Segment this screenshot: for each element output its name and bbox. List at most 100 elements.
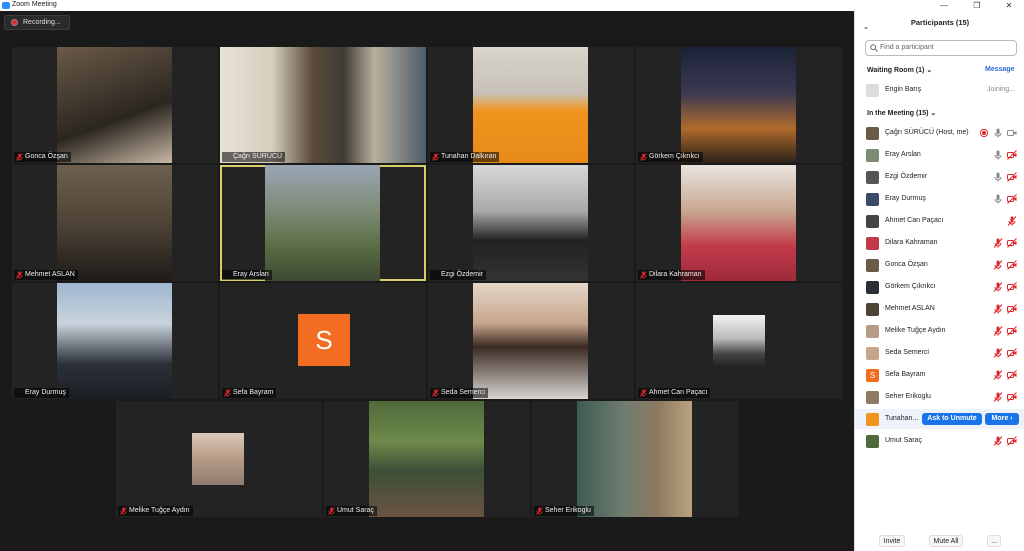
participant-name: Sefa Bayram: [885, 371, 926, 378]
participant-name: Çağrı SÜRÜCÜ (Host, me): [885, 129, 969, 136]
mic-muted-icon[interactable]: [993, 392, 1003, 402]
panel-header: ⌄ Participants (15): [855, 15, 1024, 31]
mic-muted-icon[interactable]: [993, 326, 1003, 336]
avatar-initial: S: [298, 314, 350, 366]
tile-name: Çağrı SÜRÜCÜ: [233, 153, 283, 160]
recording-label: Recording...: [23, 19, 61, 26]
minimize-button[interactable]: —: [929, 0, 959, 11]
participant-row[interactable]: Gonca Özşan: [855, 255, 1024, 275]
camera-off-icon[interactable]: [1007, 260, 1017, 270]
video-tile[interactable]: Seda Semerci: [428, 283, 634, 399]
in-meeting-header[interactable]: In the Meeting (15) ⌄: [867, 109, 936, 117]
search-placeholder: Find a participant: [880, 44, 934, 51]
camera-icon[interactable]: [1007, 128, 1017, 138]
video-tile[interactable]: Ahmet Can Paçacı: [636, 283, 842, 399]
mic-muted-icon[interactable]: [993, 370, 1003, 380]
participant-row[interactable]: Tunahan... Ask to Unmute More ›: [855, 409, 1024, 429]
camera-off-icon[interactable]: [1007, 436, 1017, 446]
mic-muted-icon[interactable]: [993, 304, 1003, 314]
camera-off-icon[interactable]: [1007, 304, 1017, 314]
camera-off-icon[interactable]: [1007, 150, 1017, 160]
participant-video: [577, 401, 692, 517]
camera-off-icon[interactable]: [1007, 172, 1017, 182]
participant-video: [265, 165, 380, 281]
video-tile[interactable]: Eray Durmuş: [12, 283, 218, 399]
participant-name: Görkem Çıkrıkcı: [885, 283, 936, 290]
more-options-button[interactable]: ...: [987, 535, 1001, 547]
tile-name: Eray Durmuş: [25, 389, 66, 396]
participant-row[interactable]: Ahmet Can Paçacı: [855, 211, 1024, 231]
avatar: [866, 215, 879, 228]
video-tile[interactable]: Melike Tuğçe Aydın: [116, 401, 322, 517]
record-icon: [11, 19, 18, 26]
participant-row[interactable]: Eray Durmuş: [855, 189, 1024, 209]
mic-icon[interactable]: [993, 172, 1003, 182]
participant-name: Dilara Kahraman: [885, 239, 938, 246]
close-button[interactable]: ✕: [994, 0, 1024, 11]
video-tile[interactable]: Mehmet ASLAN: [12, 165, 218, 281]
in-meeting-label: In the Meeting (15): [867, 110, 929, 117]
participant-row[interactable]: S Sefa Bayram: [855, 365, 1024, 385]
video-gallery: Recording... Gonca Özşan Çağrı SÜRÜCÜ Tu…: [0, 11, 854, 551]
collapse-chevron-icon[interactable]: ⌄: [863, 20, 869, 36]
camera-off-icon[interactable]: [1007, 370, 1017, 380]
waiting-room-header[interactable]: Waiting Room (1) ⌄: [867, 66, 932, 74]
video-tile[interactable]: Umut Saraç: [324, 401, 530, 517]
video-tile[interactable]: Gonca Özşan: [12, 47, 218, 163]
tile-name-tag: Görkem Çıkrıkcı: [638, 152, 703, 162]
mic-icon[interactable]: [993, 128, 1003, 138]
video-tile[interactable]: S Sefa Bayram: [220, 283, 426, 399]
participant-row[interactable]: Ezgi Özdemir: [855, 167, 1024, 187]
participant-row[interactable]: Seher Erikoglu: [855, 387, 1024, 407]
ask-to-unmute-button[interactable]: Ask to Unmute: [922, 413, 982, 425]
camera-off-icon[interactable]: [1007, 392, 1017, 402]
avatar: [866, 171, 879, 184]
mic-icon[interactable]: [993, 194, 1003, 204]
participant-row[interactable]: Dilara Kahraman: [855, 233, 1024, 253]
tile-name: Seher Erikoglu: [545, 507, 591, 514]
video-tile[interactable]: Tunahan Dalkıran: [428, 47, 634, 163]
participant-name: Umut Saraç: [885, 437, 922, 444]
participant-row[interactable]: Mehmet ASLAN: [855, 299, 1024, 319]
mic-muted-icon[interactable]: [993, 238, 1003, 248]
avatar: [866, 237, 879, 250]
mic-muted-icon[interactable]: [993, 436, 1003, 446]
waiting-participant-row[interactable]: Engin Barış Joining...: [855, 80, 1024, 100]
mic-muted-icon[interactable]: [993, 282, 1003, 292]
camera-off-icon[interactable]: [1007, 282, 1017, 292]
video-tile[interactable]: Görkem Çıkrıkcı: [636, 47, 842, 163]
avatar: [866, 303, 879, 316]
camera-off-icon[interactable]: [1007, 238, 1017, 248]
mic-icon[interactable]: [993, 150, 1003, 160]
participant-row[interactable]: Umut Saraç: [855, 431, 1024, 451]
video-tile[interactable]: Seher Erikoglu: [532, 401, 738, 517]
more-button[interactable]: More ›: [985, 413, 1019, 425]
participant-search-input[interactable]: Find a participant: [865, 40, 1017, 56]
participant-row[interactable]: Görkem Çıkrıkcı: [855, 277, 1024, 297]
camera-off-icon[interactable]: [1007, 326, 1017, 336]
participant-row[interactable]: Melike Tuğçe Aydın: [855, 321, 1024, 341]
invite-button[interactable]: Invite: [879, 535, 905, 547]
video-tile[interactable]: Çağrı SÜRÜCÜ: [220, 47, 426, 163]
participant-row[interactable]: Çağrı SÜRÜCÜ (Host, me): [855, 123, 1024, 143]
tile-name: Tunahan Dalkıran: [441, 153, 497, 160]
waiting-room-label: Waiting Room (1): [867, 67, 925, 74]
restore-button[interactable]: ❐: [962, 0, 992, 11]
participant-row[interactable]: Seda Semerci: [855, 343, 1024, 363]
search-icon: [870, 44, 878, 52]
participant-row[interactable]: Eray Arslan: [855, 145, 1024, 165]
camera-off-icon[interactable]: [1007, 348, 1017, 358]
camera-off-icon[interactable]: [1007, 194, 1017, 204]
video-tile[interactable]: Ezgi Özdemir: [428, 165, 634, 281]
mic-muted-icon[interactable]: [993, 348, 1003, 358]
participant-name: Ezgi Özdemir: [885, 173, 928, 180]
message-button[interactable]: Message: [985, 66, 1015, 73]
tile-name: Sefa Bayram: [233, 389, 274, 396]
window-title: Zoom Meeting: [12, 1, 57, 8]
mic-muted-icon[interactable]: [1007, 216, 1017, 226]
mic-muted-icon[interactable]: [993, 260, 1003, 270]
mute-all-button[interactable]: Mute All: [929, 535, 963, 547]
recording-indicator[interactable]: Recording...: [4, 15, 70, 30]
video-tile-active-speaker[interactable]: Eray Arslan: [220, 165, 426, 281]
video-tile[interactable]: Dilara Kahraman: [636, 165, 842, 281]
